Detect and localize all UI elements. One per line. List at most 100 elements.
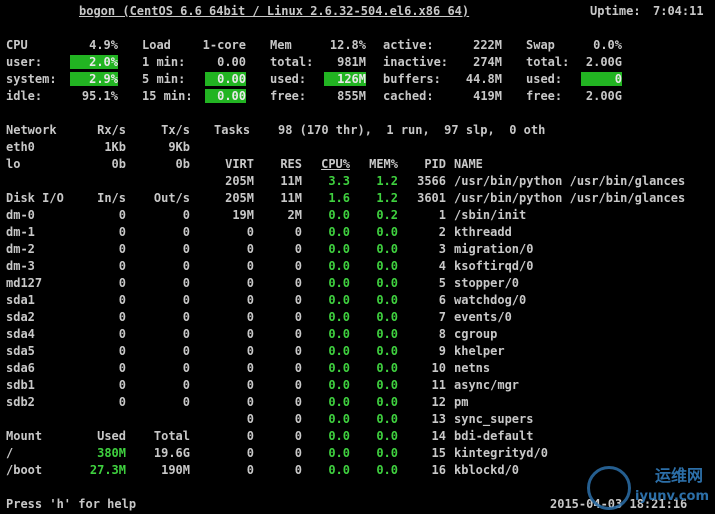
- proc-cpu: 0.0: [328, 327, 350, 341]
- proc-name[interactable]: async/mgr: [454, 378, 519, 392]
- proc-name[interactable]: /usr/bin/python /usr/bin/glances: [454, 191, 685, 205]
- proc-mem: 1.2: [376, 174, 398, 188]
- proc-name[interactable]: /usr/bin/python /usr/bin/glances: [454, 174, 685, 188]
- proc-name[interactable]: migration/0: [454, 242, 533, 256]
- disk-out-value: 0: [182, 276, 190, 290]
- proc-res: 2M: [287, 208, 302, 222]
- disk-device-name: sdb1: [6, 378, 35, 392]
- proc-pid: 3566: [417, 174, 446, 188]
- disk-out-value: 0: [182, 259, 190, 273]
- cpu-system-value: 2.9%: [70, 72, 118, 86]
- proc-name[interactable]: stopper/0: [454, 276, 519, 290]
- proc-name[interactable]: /sbin/init: [454, 208, 526, 222]
- proc-res: 0: [294, 446, 302, 460]
- proc-name[interactable]: events/0: [454, 310, 512, 324]
- cpu-total: 4.9%: [89, 38, 118, 52]
- proc-virt: 0: [246, 327, 254, 341]
- disk-out-value: 0: [182, 242, 190, 256]
- cpu-idle-label: idle:: [6, 89, 43, 103]
- disk-out-value: 0: [182, 378, 190, 392]
- disk-in-value: 0: [118, 242, 126, 256]
- proc-virt: 19M: [232, 208, 254, 222]
- proc-res: 0: [294, 242, 302, 256]
- proc-pid: 9: [438, 344, 446, 358]
- disk-in-value: 0: [118, 378, 126, 392]
- disk-device-name: dm-1: [6, 225, 35, 239]
- disk-out-value: 0: [182, 293, 190, 307]
- host-title: bogon (CentOS 6.6 64bit / Linux 2.6.32-5…: [79, 4, 470, 18]
- proc-name[interactable]: khelper: [454, 344, 505, 358]
- disk-out-value: 0: [182, 310, 190, 324]
- load-15min-label: 15 min:: [142, 89, 193, 103]
- watermark-cn: 运维网: [654, 466, 703, 485]
- load-1min-label: 1 min:: [142, 55, 186, 69]
- mem-free-value: 855M: [337, 89, 366, 103]
- proc-name[interactable]: kblockd/0: [454, 463, 519, 477]
- disk-out-value: 0: [182, 361, 190, 375]
- proc-name[interactable]: ksoftirqd/0: [454, 259, 533, 273]
- mem-active-value: 222M: [473, 38, 502, 52]
- proc-name[interactable]: cgroup: [454, 327, 497, 341]
- disk-device-name: dm-3: [6, 259, 35, 273]
- proc-mem: 0.0: [376, 378, 398, 392]
- proc-virt: 0: [246, 429, 254, 443]
- mem-cached-value: 419M: [473, 89, 502, 103]
- proc-mem: 0.0: [376, 310, 398, 324]
- proc-res: 0: [294, 259, 302, 273]
- proc-virt: 0: [246, 378, 254, 392]
- proc-virt: 0: [246, 293, 254, 307]
- load-5min-value: 0.00: [205, 72, 246, 86]
- proc-name[interactable]: kthreadd: [454, 225, 512, 239]
- mount-used-value: 380M: [97, 446, 126, 460]
- proc-virt: 0: [246, 412, 254, 426]
- mem-total-value: 981M: [337, 55, 366, 69]
- tasks-summary: 98 (170 thr), 1 run, 97 slp, 0 oth: [278, 123, 546, 137]
- proc-cpu-header[interactable]: CPU%: [310, 157, 350, 171]
- proc-virt-header: VIRT: [225, 157, 254, 171]
- proc-name[interactable]: netns: [454, 361, 490, 375]
- proc-mem: 0.0: [376, 395, 398, 409]
- proc-name[interactable]: kintegrityd/0: [454, 446, 548, 460]
- proc-mem: 0.0: [376, 293, 398, 307]
- proc-cpu: 0.0: [328, 395, 350, 409]
- disk-out-value: 0: [182, 208, 190, 222]
- mount-header: Mount: [6, 429, 43, 443]
- cpu-label: CPU: [6, 38, 28, 52]
- disk-out-header: Out/s: [153, 191, 190, 205]
- load-1min-value: 0.00: [217, 55, 246, 69]
- proc-cpu: 0.0: [328, 208, 350, 222]
- proc-cpu: 1.6: [328, 191, 350, 205]
- disk-in-value: 0: [118, 344, 126, 358]
- proc-name[interactable]: watchdog/0: [454, 293, 526, 307]
- mem-used-value: 126M: [324, 72, 366, 86]
- disk-in-value: 0: [118, 225, 126, 239]
- disk-in-value: 0: [118, 327, 126, 341]
- mem-total-label: total:: [270, 55, 314, 69]
- network-rx-header: Rx/s: [97, 123, 126, 137]
- disk-device-name: sda4: [6, 327, 35, 341]
- proc-mem-header[interactable]: MEM%: [358, 157, 398, 171]
- proc-res: 0: [294, 429, 302, 443]
- proc-name[interactable]: pm: [454, 395, 468, 409]
- load-cores: 1-core: [202, 38, 246, 52]
- swap-free-value: 2.00G: [585, 89, 622, 103]
- proc-pid: 8: [438, 327, 446, 341]
- proc-cpu: 0.0: [328, 412, 350, 426]
- proc-pid: 3: [438, 242, 446, 256]
- proc-virt: 0: [246, 242, 254, 256]
- mem-inactive-label: inactive:: [383, 55, 449, 69]
- proc-mem: 0.0: [376, 259, 398, 273]
- proc-name[interactable]: bdi-default: [454, 429, 533, 443]
- mem-buffers-label: buffers:: [383, 72, 441, 86]
- proc-name[interactable]: sync_supers: [454, 412, 533, 426]
- proc-cpu: 0.0: [328, 429, 350, 443]
- proc-mem: 0.2: [376, 208, 398, 222]
- disk-in-value: 0: [118, 310, 126, 324]
- disk-out-value: 0: [182, 327, 190, 341]
- mem-buffers-value: 44.8M: [465, 72, 502, 86]
- proc-virt: 0: [246, 344, 254, 358]
- mount-point: /boot: [6, 463, 43, 477]
- uptime-label: Uptime:: [590, 4, 641, 18]
- disk-in-value: 0: [118, 361, 126, 375]
- proc-pid: 5: [438, 276, 446, 290]
